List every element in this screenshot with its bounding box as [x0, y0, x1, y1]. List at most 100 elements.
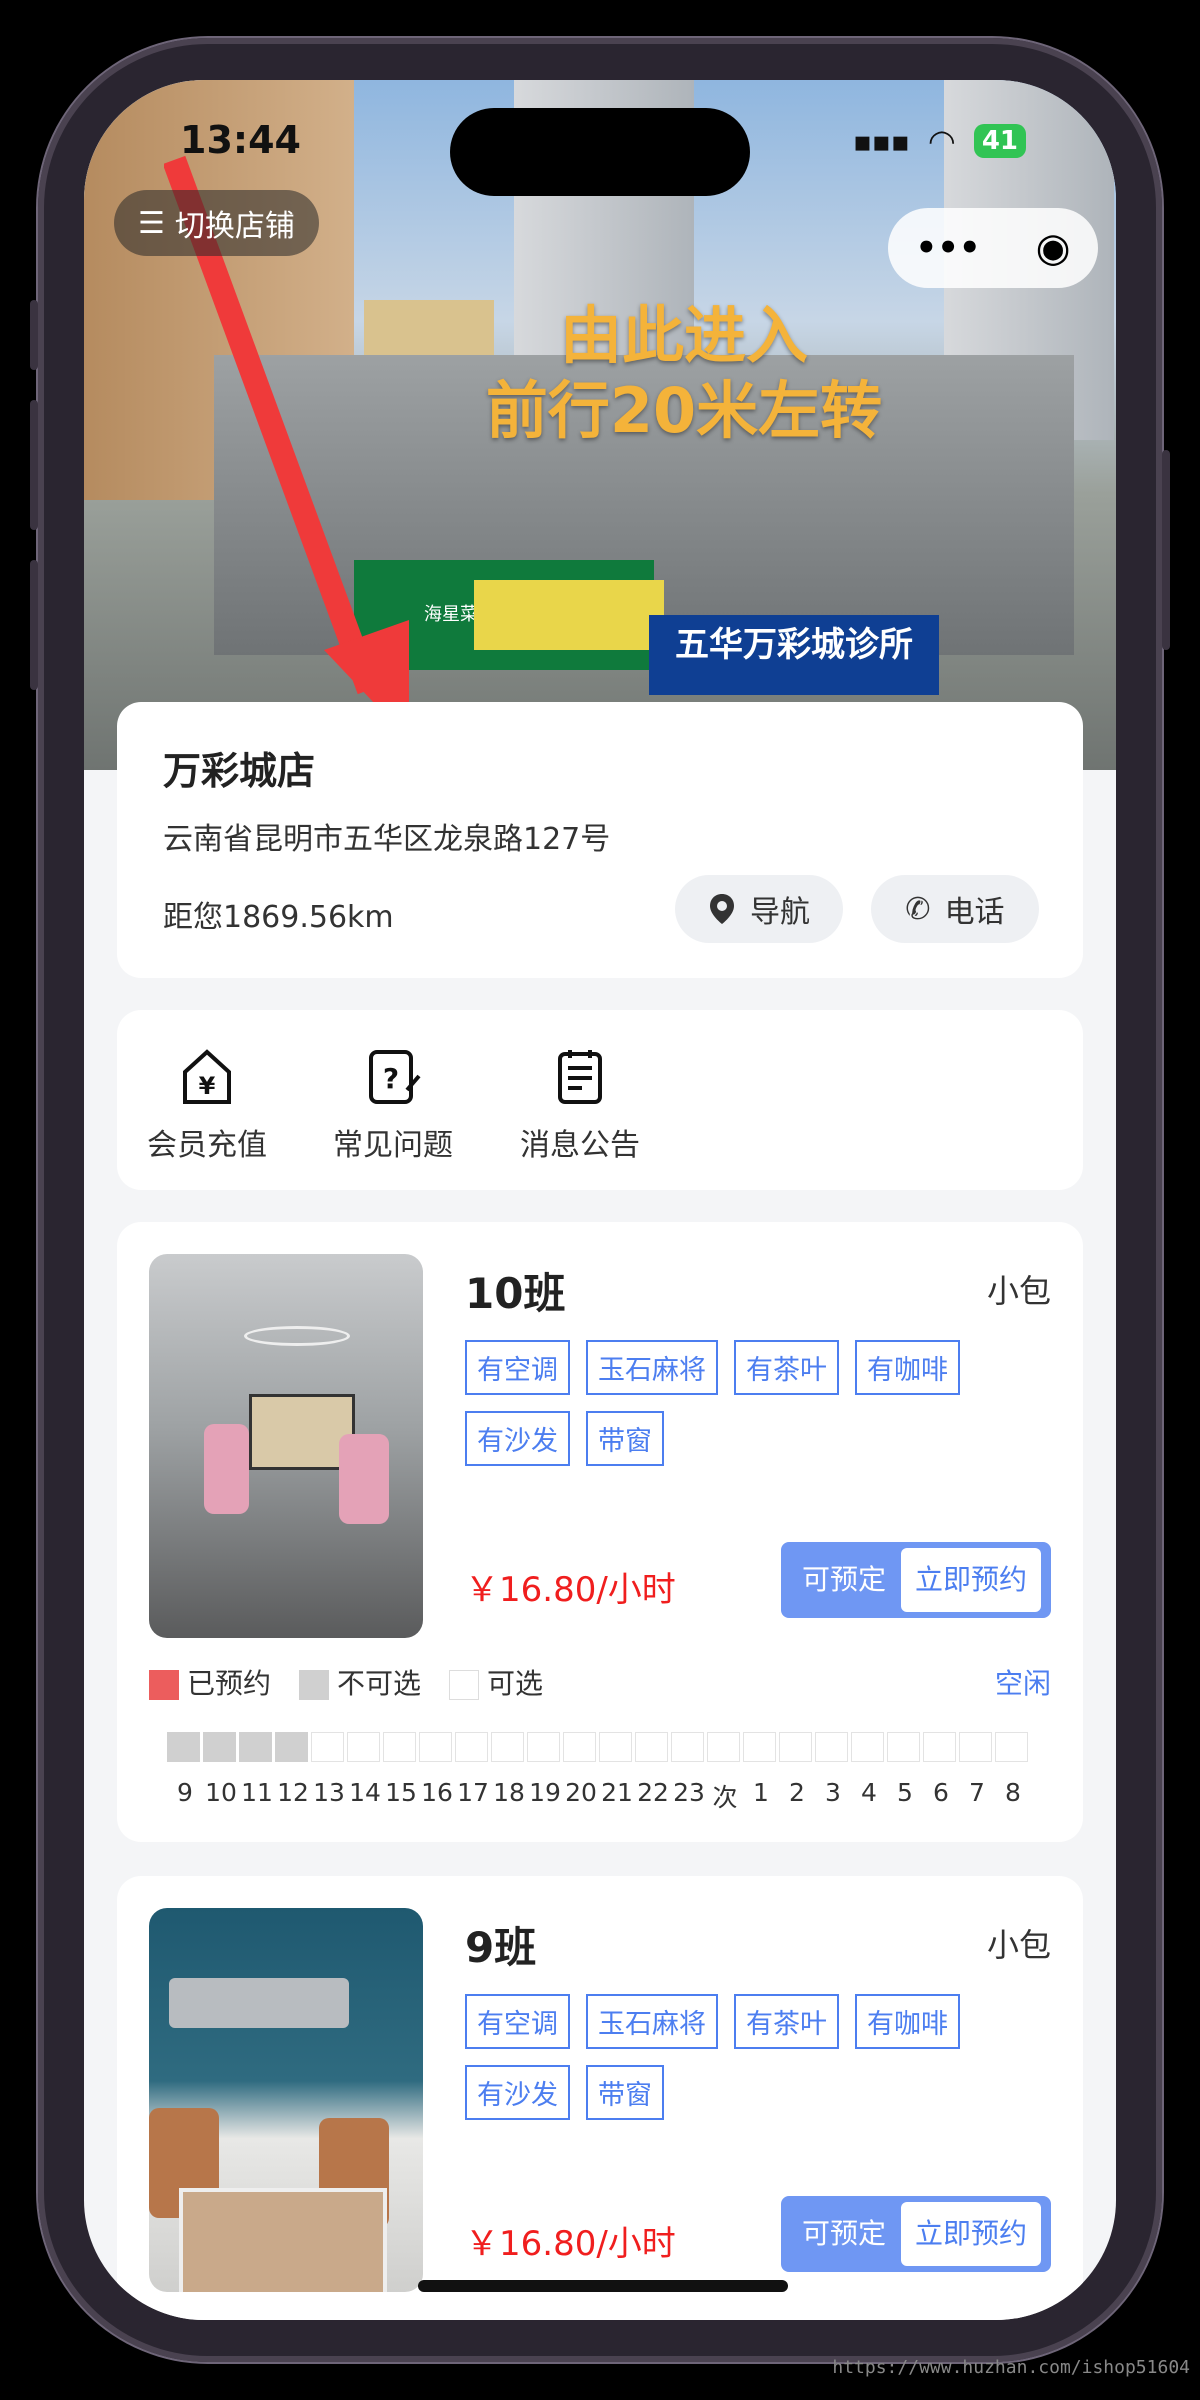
status-icons: ▪▪▪ ◠ 41 [853, 122, 1026, 160]
hour-label: 11 [241, 1778, 273, 1807]
side-button [1162, 450, 1170, 650]
call-button[interactable]: ✆ 电话 [871, 875, 1039, 943]
time-slot[interactable] [743, 1732, 776, 1762]
room-type: 小包 [986, 1926, 1051, 1964]
quick-links-card: ¥ 会员充值 ? 常见问题 消息公告 [117, 1010, 1083, 1190]
location-pin-icon [710, 894, 734, 924]
signal-icon: ▪▪▪ [852, 124, 910, 158]
hour-label: 5 [897, 1778, 913, 1807]
wifi-icon: ◠ [927, 122, 956, 160]
time-slot[interactable] [995, 1732, 1028, 1762]
room-type: 小包 [986, 1272, 1051, 1310]
faq-icon: ? [369, 1050, 421, 1104]
room-tag: 有沙发 [465, 1411, 570, 1466]
hour-label: 18 [493, 1778, 525, 1807]
svg-text:?: ? [383, 1062, 399, 1095]
room-tag: 有茶叶 [734, 1994, 839, 2049]
phone-icon: ✆ [905, 891, 931, 927]
time-slot[interactable] [347, 1732, 380, 1762]
room-tag: 带窗 [586, 2065, 664, 2120]
time-slot[interactable] [563, 1732, 596, 1762]
time-slot[interactable] [599, 1732, 632, 1762]
room-tag: 有茶叶 [734, 1340, 839, 1395]
hour-label: 17 [457, 1778, 489, 1807]
hour-label: 21 [601, 1778, 633, 1807]
hour-label: 19 [529, 1778, 561, 1807]
hour-labels: 9 10 11 12 13 14 15 16 17 18 19 20 21 22 23 次 1 2 3 4 5 6 7 8 [167, 1778, 1031, 1814]
available-label: 可预定 [801, 1563, 886, 1596]
hour-label: 22 [637, 1778, 669, 1807]
book-now-button[interactable]: 立即预约 [901, 2202, 1041, 2266]
room-title: 10班 [465, 1269, 566, 1318]
time-slot[interactable] [635, 1732, 668, 1762]
hour-label: 20 [565, 1778, 597, 1807]
book-now-button[interactable]: 立即预约 [901, 1548, 1041, 1612]
clinic-sign: 五华万彩城诊所 [649, 615, 939, 695]
room-tags: 有空调 玉石麻将 有茶叶 有咖啡 有沙发 带窗 [465, 1994, 1045, 2120]
hour-label: 4 [861, 1778, 877, 1807]
miniprogram-capsule[interactable]: ••• ◉ [888, 208, 1098, 288]
time-slot[interactable] [887, 1732, 920, 1762]
side-button [30, 300, 38, 370]
side-button [30, 400, 38, 530]
member-recharge-icon: ¥ [183, 1049, 231, 1104]
hour-label: 6 [933, 1778, 949, 1807]
time-slot[interactable] [959, 1732, 992, 1762]
phone-label: 电话 [944, 895, 1005, 930]
notice-label: 消息公告 [520, 1128, 640, 1163]
member-recharge-link[interactable]: ¥ 会员充值 [137, 1046, 277, 1164]
faq-link[interactable]: ? 常见问题 [323, 1046, 463, 1164]
time-slot[interactable] [923, 1732, 956, 1762]
hour-label: 13 [313, 1778, 345, 1807]
member-recharge-label: 会员充值 [147, 1128, 267, 1163]
time-slot[interactable] [851, 1732, 884, 1762]
room-price: ￥16.80/小时 [465, 2224, 676, 2264]
time-slot[interactable] [311, 1732, 344, 1762]
book-area: 可预定 立即预约 [781, 2196, 1051, 2272]
navigate-label: 导航 [750, 895, 810, 930]
time-slot[interactable] [455, 1732, 488, 1762]
hour-label: 9 [177, 1778, 193, 1807]
time-slot[interactable] [815, 1732, 848, 1762]
time-slot[interactable] [671, 1732, 704, 1762]
close-miniprogram-icon[interactable]: ◉ [1036, 225, 1071, 271]
hour-label: 15 [385, 1778, 417, 1807]
legend-unavailable: 不可选 [299, 1662, 421, 1702]
time-slot[interactable] [779, 1732, 812, 1762]
hour-label: 23 [673, 1778, 705, 1807]
hour-label: 7 [969, 1778, 985, 1807]
time-slot[interactable] [383, 1732, 416, 1762]
store-info-card: 万彩城店 云南省昆明市五华区龙泉路127号 距您1869.56km 导航 ✆ 电… [117, 702, 1083, 978]
time-slot[interactable] [707, 1732, 740, 1762]
time-slot[interactable] [491, 1732, 524, 1762]
navigate-button[interactable]: 导航 [675, 875, 843, 943]
hour-label: 14 [349, 1778, 381, 1807]
home-indicator[interactable] [418, 2280, 788, 2292]
room-card[interactable]: 10班 小包 有空调 玉石麻将 有茶叶 有咖啡 有沙发 带窗 ￥16.80/小时… [117, 1222, 1083, 1842]
time-slot[interactable] [527, 1732, 560, 1762]
time-slot-grid[interactable] [167, 1732, 1031, 1762]
room-photo [149, 1908, 423, 2292]
room-tags: 有空调 玉石麻将 有茶叶 有咖啡 有沙发 带窗 [465, 1340, 1045, 1466]
hour-label: 1 [753, 1778, 769, 1807]
switch-store-button[interactable]: ☰ 切换店铺 [114, 190, 319, 256]
dynamic-island [450, 108, 750, 196]
switch-store-label: 切换店铺 [174, 209, 295, 244]
time-slot [203, 1732, 236, 1762]
room-tag: 有沙发 [465, 2065, 570, 2120]
store-name: 万彩城店 [163, 749, 316, 793]
hour-label: 8 [1005, 1778, 1021, 1807]
time-slot[interactable] [419, 1732, 452, 1762]
available-label: 可预定 [801, 2217, 886, 2250]
faq-label: 常见问题 [333, 1128, 453, 1163]
notice-icon [558, 1050, 602, 1104]
room-card[interactable]: 9班 小包 有空调 玉石麻将 有茶叶 有咖啡 有沙发 带窗 ￥16.80/小时 … [117, 1876, 1083, 2320]
more-icon[interactable]: ••• [915, 228, 980, 268]
direction-text-2: 前行20米左转 [485, 374, 883, 447]
time-slot [239, 1732, 272, 1762]
svg-text:¥: ¥ [199, 1072, 216, 1100]
hour-label: 3 [825, 1778, 841, 1807]
notice-link[interactable]: 消息公告 [510, 1046, 650, 1164]
hour-label: 16 [421, 1778, 453, 1807]
legend-booked: 已预约 [149, 1662, 271, 1702]
